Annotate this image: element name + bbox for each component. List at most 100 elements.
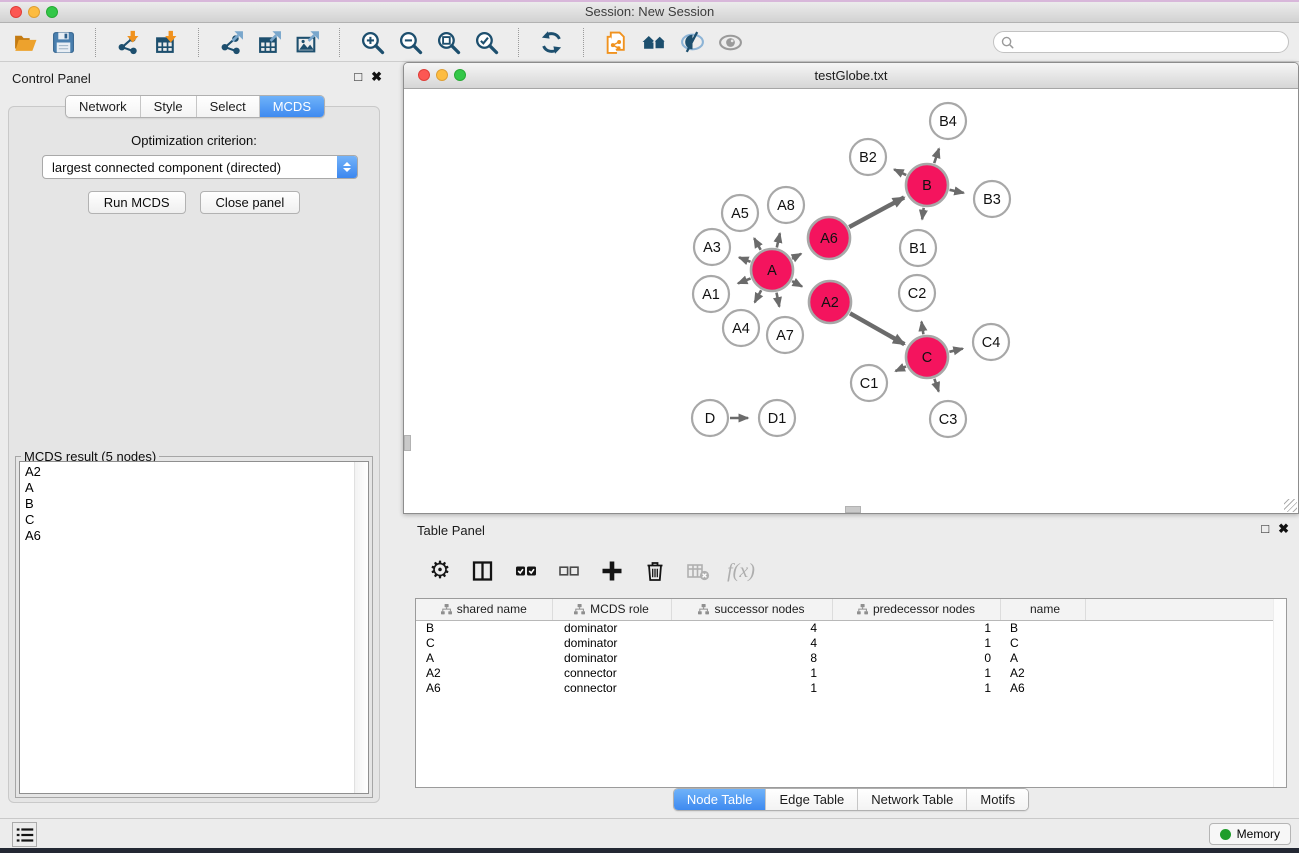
network-minimize-traffic-light[interactable] [436,69,448,81]
tab-network[interactable]: Network [66,96,141,117]
export-image-button[interactable] [292,27,323,58]
graph-edge-A-A4[interactable] [755,290,762,302]
graph-node-A6[interactable]: A6 [808,217,850,259]
refresh-button[interactable] [536,27,567,58]
graph-node-C[interactable]: C [906,336,948,378]
table-panel-close-button[interactable]: ✖ [1278,522,1289,536]
table-row[interactable]: A2connector11A2 [416,666,1276,681]
column-header-shared-name[interactable]: shared name [416,599,552,621]
mcds-result-item[interactable]: A2 [25,464,368,480]
graph-node-D1[interactable]: D1 [759,400,795,436]
graph-edge-A-A3[interactable] [739,257,750,261]
vertical-scroll-thumb[interactable] [404,435,411,451]
table-row[interactable]: A6connector11A6 [416,681,1276,696]
zoom-in-button[interactable] [357,27,388,58]
zoom-out-button[interactable] [395,27,426,58]
search-box[interactable] [993,31,1289,53]
memory-button[interactable]: Memory [1209,823,1291,845]
graph-node-A8[interactable]: A8 [768,187,804,223]
mcds-result-item[interactable]: A [25,480,368,496]
graph-node-A1[interactable]: A1 [693,276,729,312]
graph-node-C2[interactable]: C2 [899,275,935,311]
hide-graphics-details-button[interactable] [677,27,708,58]
graph-node-A2[interactable]: A2 [809,281,851,323]
graph-edge-B-B3[interactable] [950,190,964,193]
graph-edge-A6-B[interactable] [849,197,904,227]
graph-edge-A-A7[interactable] [777,293,780,307]
task-history-button[interactable] [12,822,37,847]
function-builder-button[interactable]: f(x) [726,556,756,586]
tab-edge-table[interactable]: Edge Table [766,789,858,810]
column-header-name[interactable]: name [1000,599,1085,621]
close-traffic-light[interactable] [10,6,22,18]
tab-style[interactable]: Style [141,96,197,117]
graph-node-B3[interactable]: B3 [974,181,1010,217]
select-all-columns-button[interactable] [511,556,541,586]
tab-network-table[interactable]: Network Table [858,789,967,810]
column-header-mcds-role[interactable]: MCDS role [552,599,671,621]
control-panel-close-button[interactable]: ✖ [371,70,382,84]
graph-edge-B-B2[interactable] [894,169,906,175]
graph-edge-C-C1[interactable] [896,366,907,371]
graph-edge-C-C2[interactable] [922,322,924,335]
graph-node-B4[interactable]: B4 [930,103,966,139]
network-window-titlebar[interactable]: testGlobe.txt [404,63,1298,89]
network-canvas[interactable]: B4B2BB3A8A5A6A3B1AC2A1A2A4A7C4CC1C3DD1 [404,89,1298,513]
network-document-button[interactable] [601,27,632,58]
graph-edge-A-A1[interactable] [738,278,751,283]
deselect-all-columns-button[interactable] [554,556,584,586]
table-settings-button[interactable]: ⚙ [425,556,455,586]
zoom-fit-button[interactable] [433,27,464,58]
open-session-button[interactable] [10,27,41,58]
criterion-select[interactable]: largest connected component (directed) [42,155,358,179]
table-row[interactable]: Adominator80A [416,651,1276,666]
graph-edge-C-C4[interactable] [949,349,962,352]
graph-node-A4[interactable]: A4 [723,310,759,346]
graph-node-B2[interactable]: B2 [850,139,886,175]
table-row[interactable]: Cdominator41C [416,636,1276,651]
search-input[interactable] [1018,34,1288,51]
graph-node-A7[interactable]: A7 [767,317,803,353]
network-zoom-traffic-light[interactable] [454,69,466,81]
delete-table-button[interactable] [683,556,713,586]
graph-node-C4[interactable]: C4 [973,324,1009,360]
graph-edge-C-C3[interactable] [934,379,938,392]
column-header-successor-nodes[interactable]: successor nodes [671,599,832,621]
mcds-result-item[interactable]: B [25,496,368,512]
node-table[interactable]: shared nameMCDS rolesuccessor nodesprede… [415,598,1287,788]
result-scrollbar[interactable] [354,462,368,793]
zoom-traffic-light[interactable] [46,6,58,18]
mcds-result-item[interactable]: A6 [25,528,368,544]
mcds-result-list[interactable]: A2ABCA6 [19,461,369,794]
graph-edge-A-A5[interactable] [754,238,761,250]
graph-node-B[interactable]: B [906,164,948,206]
graph-node-C1[interactable]: C1 [851,365,887,401]
tab-node-table[interactable]: Node Table [674,789,767,810]
table-row[interactable]: Bdominator41B [416,621,1276,637]
import-table-button[interactable] [151,27,182,58]
home-button[interactable] [639,27,670,58]
show-panels-button[interactable] [468,556,498,586]
add-column-button[interactable] [597,556,627,586]
graph-node-A3[interactable]: A3 [694,229,730,265]
horizontal-scroll-thumb[interactable] [845,506,861,513]
close-panel-button[interactable]: Close panel [200,191,301,214]
save-session-button[interactable] [48,27,79,58]
export-table-button[interactable] [254,27,285,58]
minimize-traffic-light[interactable] [28,6,40,18]
graph-edge-B-B4[interactable] [934,149,939,164]
tab-motifs[interactable]: Motifs [967,789,1028,810]
graph-edge-A-A2[interactable] [792,281,802,286]
graph-edge-A-A6[interactable] [792,254,801,259]
graph-node-A5[interactable]: A5 [722,195,758,231]
run-mcds-button[interactable]: Run MCDS [88,191,186,214]
graph-node-A[interactable]: A [751,249,793,291]
graph-edge-B-B1[interactable] [922,208,924,220]
graph-node-D[interactable]: D [692,400,728,436]
graph-node-B1[interactable]: B1 [900,230,936,266]
network-close-traffic-light[interactable] [418,69,430,81]
graph-edge-A-A8[interactable] [777,233,780,247]
export-network-button[interactable] [216,27,247,58]
control-panel-float-button[interactable]: □ [354,70,362,84]
graph-edge-A2-C[interactable] [850,313,904,344]
